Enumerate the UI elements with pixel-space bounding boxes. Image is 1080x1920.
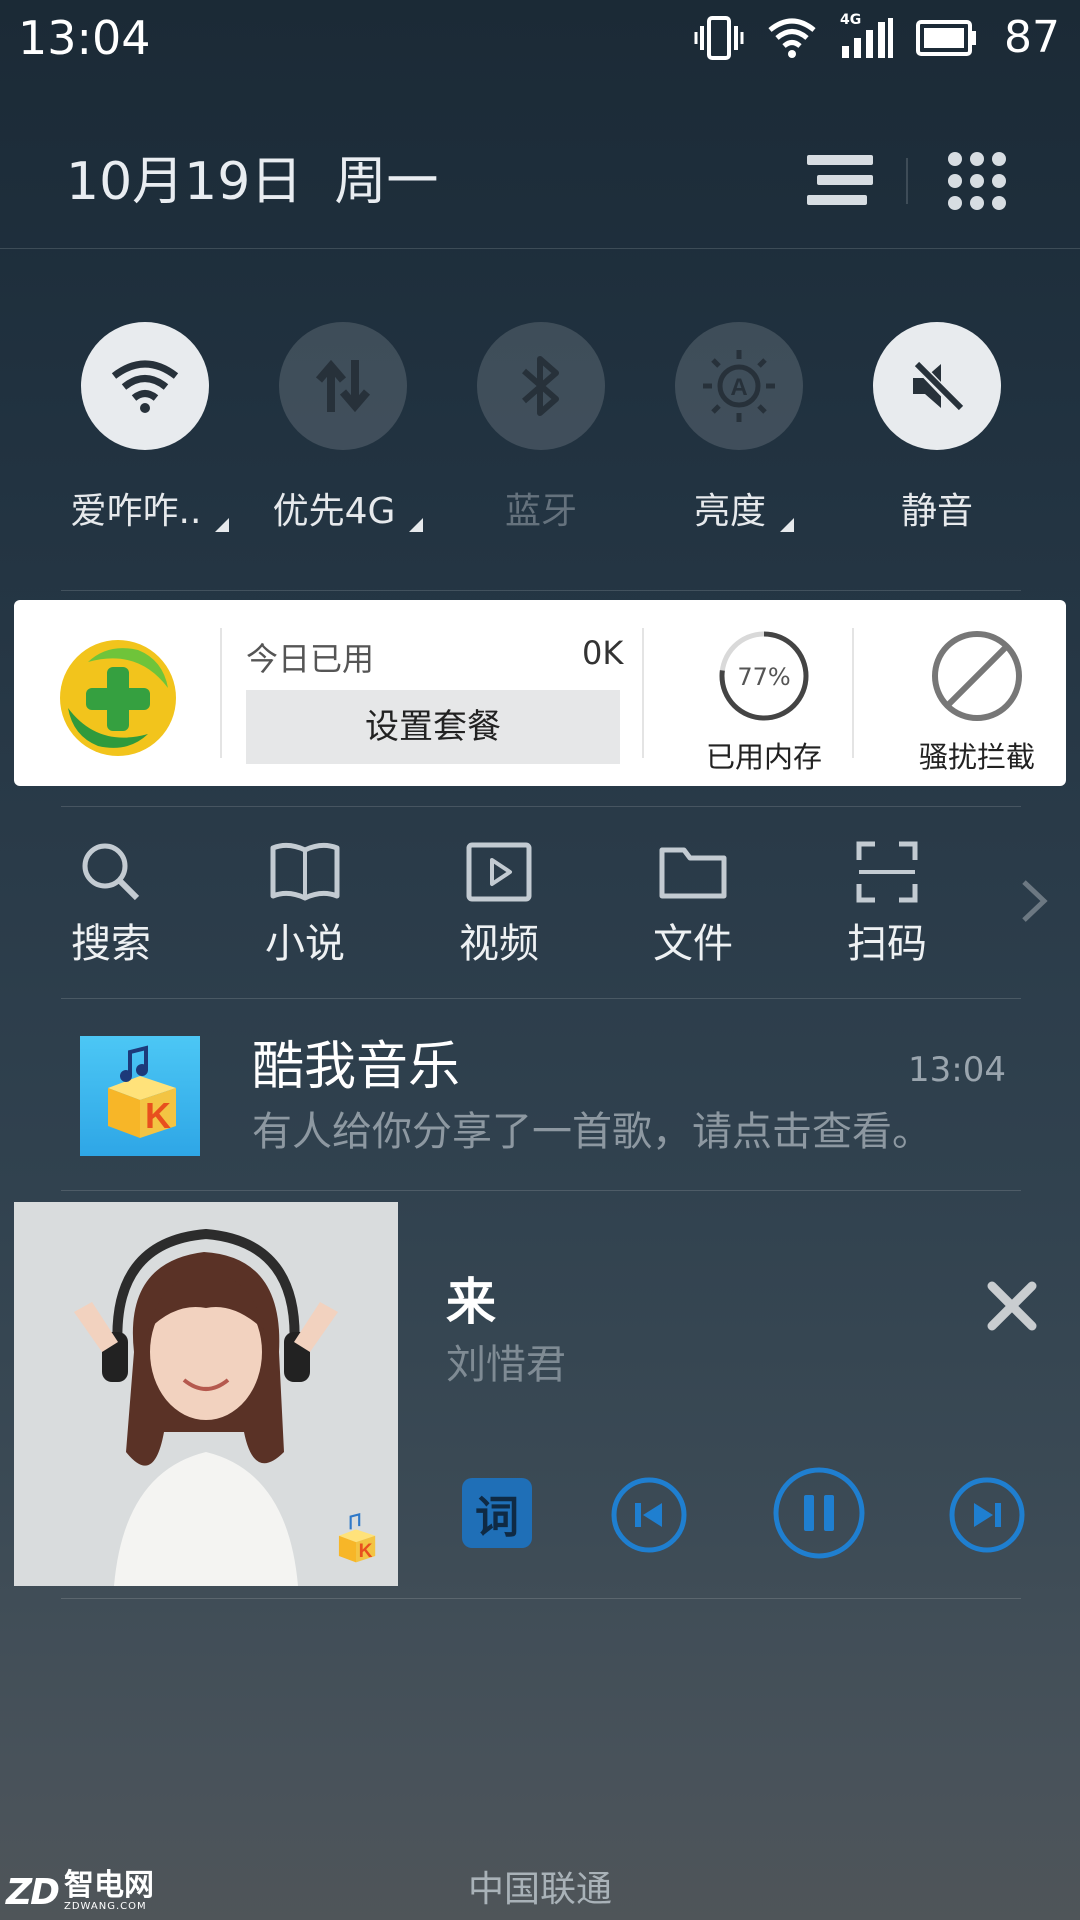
watermark-url: ZDWANG.COM — [64, 1901, 147, 1912]
battery-percent: 87 — [1004, 12, 1060, 63]
harassment-block[interactable]: 骚扰拦截 — [902, 630, 1052, 776]
kuwo-box-icon: K — [108, 1045, 176, 1138]
chevron-right-icon[interactable] — [1016, 876, 1052, 926]
header-separator — [0, 248, 1080, 249]
shortcut-scan-label: 扫码 — [847, 921, 927, 967]
kuwo-app-icon: K — [80, 1036, 200, 1156]
block-icon — [932, 631, 1022, 721]
song-title: 来 — [446, 1273, 496, 1331]
shortcut-video-label: 视频 — [459, 921, 539, 967]
svg-text:K: K — [359, 1541, 373, 1562]
toggle-mobile-data-label: 优先4G — [273, 490, 424, 534]
watermark-brand: ZD — [6, 1871, 60, 1913]
memory-percent: 77% — [737, 663, 791, 691]
toggle-brightness[interactable]: A 亮度 — [640, 322, 838, 552]
book-icon — [270, 842, 340, 901]
watermark-logo: ZD 智电网 ZDWANG.COM — [6, 1870, 154, 1914]
kuwo-badge-icon: K — [338, 1513, 376, 1563]
toggle-mute[interactable]: 静音 — [838, 322, 1036, 552]
shortcut-novel-label: 小说 — [265, 921, 345, 967]
weekday: 周一 — [334, 152, 439, 212]
svg-text:K: K — [145, 1095, 171, 1136]
status-time: 13:04 — [18, 11, 151, 65]
svg-text:A: A — [730, 374, 747, 401]
shortcut-novel[interactable]: 小说 — [230, 836, 380, 968]
vibrate-icon — [694, 16, 744, 60]
notification-list-button[interactable] — [801, 145, 877, 217]
pause-button[interactable] — [772, 1466, 866, 1560]
shortcut-search-label: 搜索 — [71, 921, 151, 967]
video-icon — [466, 842, 532, 902]
toggle-mobile-data[interactable]: 优先4G — [244, 322, 442, 552]
card-divider — [642, 628, 644, 758]
song-artist: 刘惜君 — [446, 1342, 566, 1388]
player-separator — [61, 1598, 1021, 1599]
next-button[interactable] — [948, 1476, 1026, 1554]
status-icons: 4G 87 — [694, 10, 1060, 66]
previous-button[interactable] — [610, 1476, 688, 1554]
data-arrows-icon — [315, 359, 371, 413]
toggle-bluetooth[interactable]: 蓝牙 — [442, 322, 640, 552]
shortcut-files-label: 文件 — [653, 921, 733, 967]
toggle-bluetooth-circle — [477, 322, 605, 450]
card-separator — [61, 806, 1021, 807]
scan-icon — [856, 841, 918, 903]
notification-separator — [61, 1190, 1021, 1191]
toggle-wifi[interactable]: 爱咋咋.. — [46, 322, 244, 552]
date: 10月19日 — [66, 152, 303, 212]
cellular-4g-icon: 4G — [840, 12, 894, 60]
card-divider — [220, 628, 222, 758]
album-art[interactable]: K — [14, 1202, 398, 1586]
toggle-mute-label: 静音 — [900, 491, 973, 532]
shortcut-files[interactable]: 文件 — [618, 836, 768, 968]
card-divider — [852, 628, 854, 758]
shortcuts-separator — [61, 998, 1021, 999]
toggle-brightness-label: 亮度 — [694, 490, 794, 534]
list-icon — [807, 155, 873, 205]
toggle-mute-circle — [873, 322, 1001, 450]
shortcut-scan[interactable]: 扫码 — [812, 836, 962, 968]
lyrics-button[interactable]: 词 — [462, 1478, 532, 1548]
notification-text: 有人给你分享了一首歌，请点击查看。 — [252, 1109, 932, 1155]
all-toggles-button[interactable] — [939, 145, 1015, 217]
brightness-auto-icon: A — [703, 350, 775, 422]
header-divider — [906, 158, 908, 204]
date-row: 10月19日 周一 — [66, 150, 438, 214]
toggle-mobile-data-circle — [279, 322, 407, 450]
set-plan-button[interactable]: 设置套餐 — [246, 690, 620, 764]
bluetooth-icon — [522, 356, 559, 416]
today-used-value: 0K — [582, 634, 624, 672]
pause-icon — [773, 1467, 865, 1559]
wifi-icon — [768, 18, 816, 58]
today-used-label: 今日已用 — [246, 640, 375, 678]
toggle-bluetooth-label: 蓝牙 — [504, 491, 577, 532]
shortcut-video[interactable]: 视频 — [424, 836, 574, 968]
toggle-brightness-circle: A — [675, 322, 803, 450]
wifi-icon — [111, 360, 179, 413]
grid-icon — [948, 152, 1006, 210]
toggle-wifi-label: 爱咋咋.. — [71, 490, 230, 534]
shortcut-search[interactable]: 搜索 — [36, 836, 186, 968]
previous-icon — [611, 1477, 687, 1553]
close-icon[interactable] — [984, 1278, 1040, 1334]
next-icon — [949, 1477, 1025, 1553]
carrier-name: 中国联通 — [467, 1869, 612, 1910]
mute-icon — [911, 358, 965, 414]
search-icon — [82, 843, 140, 901]
security-card: 今日已用 0K 设置套餐 77% 已用内存 骚扰拦截 — [14, 600, 1066, 786]
folder-icon — [659, 847, 727, 899]
watermark-name: 智电网 — [64, 1868, 154, 1903]
notification-app-name: 酷我音乐 — [252, 1037, 461, 1097]
memory-label: 已用内存 — [705, 740, 822, 774]
battery-icon — [916, 20, 976, 56]
notification-time: 13:04 — [908, 1050, 1006, 1090]
memory-usage[interactable]: 77% 已用内存 — [684, 630, 844, 776]
toggles-separator — [61, 590, 1021, 591]
security-app-logo[interactable] — [58, 638, 178, 758]
toggle-wifi-circle — [81, 322, 209, 450]
block-label: 骚扰拦截 — [918, 740, 1035, 774]
